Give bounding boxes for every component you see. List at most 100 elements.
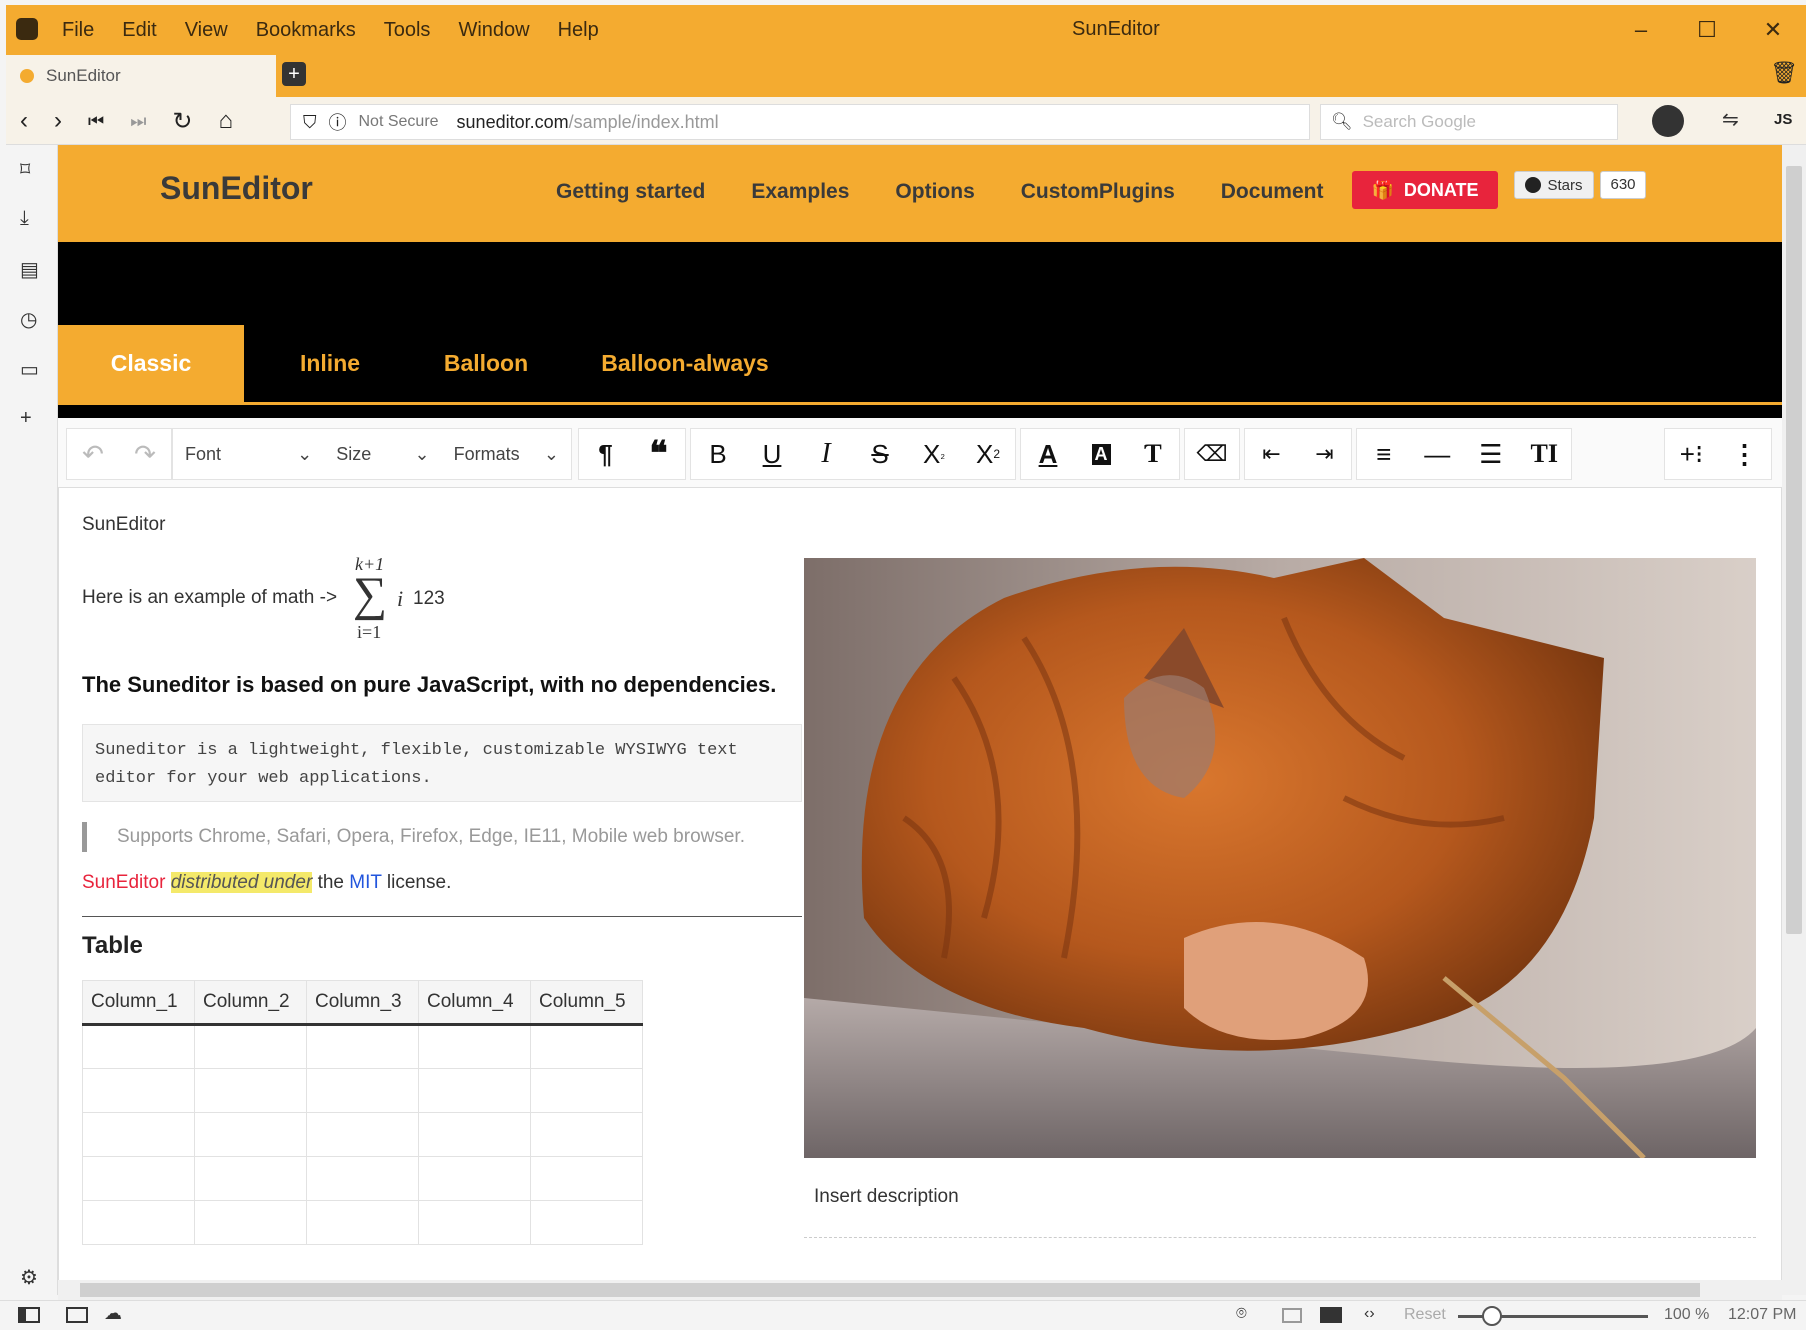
history-icon[interactable]: ◷ (20, 307, 37, 332)
js-toggle[interactable]: JS (1774, 111, 1792, 128)
table-header-cell[interactable]: Column_1 (82, 980, 195, 1026)
table-cell[interactable] (530, 1068, 643, 1113)
stars-count[interactable]: 630 (1600, 171, 1646, 199)
home-icon[interactable]: ⌂ (219, 107, 234, 135)
table-cell[interactable] (530, 1024, 643, 1069)
table-header-cell[interactable]: Column_4 (418, 980, 531, 1026)
redo-icon[interactable]: ↷ (119, 429, 171, 479)
table-cell[interactable] (194, 1156, 307, 1201)
window-panel-icon[interactable]: ▭ (20, 357, 39, 382)
menu-window[interactable]: Window (458, 19, 529, 42)
tab-balloon-always[interactable]: Balloon-always (556, 325, 814, 402)
nav-examples[interactable]: Examples (751, 180, 849, 204)
nav-custom-plugins[interactable]: CustomPlugins (1021, 180, 1175, 204)
table-cell[interactable] (194, 1024, 307, 1069)
table-cell[interactable] (418, 1024, 531, 1069)
table-heading[interactable]: Table (82, 932, 143, 960)
image-icon[interactable] (1320, 1307, 1342, 1323)
subscript-icon[interactable]: X₂ (907, 429, 961, 479)
new-tab-icon[interactable]: + (282, 62, 306, 86)
bookmarks-panel-icon[interactable]: ⌑ (20, 157, 30, 182)
maximize-icon[interactable]: ☐ (1674, 5, 1740, 55)
image-caption[interactable]: Insert description (804, 1158, 1756, 1238)
underline-icon[interactable]: U (745, 429, 799, 479)
font-color-icon[interactable]: A (1021, 429, 1075, 479)
horizontal-rule-icon[interactable]: — (1411, 429, 1465, 479)
bold-paragraph[interactable]: The Suneditor is based on pure JavaScrip… (82, 672, 776, 698)
table-cell[interactable] (194, 1200, 307, 1245)
vivaldi-icon[interactable] (16, 18, 38, 40)
panel-toggle-icon[interactable] (18, 1307, 40, 1323)
menu-tools[interactable]: Tools (384, 19, 431, 42)
table-header-cell[interactable]: Column_3 (306, 980, 419, 1026)
browser-tab[interactable]: SunEditor (6, 55, 276, 97)
table-cell[interactable] (306, 1200, 419, 1245)
table-cell[interactable] (306, 1024, 419, 1069)
eraser-icon[interactable]: ⌫ (1185, 429, 1239, 479)
list-icon[interactable]: ☰ (1464, 429, 1518, 479)
math-formula[interactable]: k+1 ∑ i=1 i 123 (345, 548, 445, 648)
table-cell[interactable] (530, 1200, 643, 1245)
blockquote-icon[interactable]: ❝ (632, 429, 685, 479)
code-block[interactable]: Suneditor is a lightweight, flexible, cu… (82, 724, 802, 802)
more-plus-icon[interactable]: +⁝ (1665, 429, 1718, 479)
strikethrough-icon[interactable]: S (853, 429, 907, 479)
github-stars-button[interactable]: Stars (1514, 171, 1594, 199)
table-cell[interactable] (306, 1112, 419, 1157)
search-input[interactable]: 🔍︎ Search Google (1320, 104, 1618, 140)
table-cell[interactable] (82, 1156, 195, 1201)
cloud-icon[interactable]: ☁ (104, 1303, 122, 1324)
bold-icon[interactable]: B (691, 429, 745, 479)
nav-document[interactable]: Document (1221, 180, 1324, 204)
menu-bookmarks[interactable]: Bookmarks (256, 19, 356, 42)
tab-balloon[interactable]: Balloon (416, 325, 556, 402)
highlight-color-icon[interactable]: A (1075, 429, 1127, 479)
table-cell[interactable] (82, 1024, 195, 1069)
settings-icon[interactable]: ⚙ (20, 1265, 38, 1290)
indent-icon[interactable]: ⇥ (1298, 429, 1351, 479)
url-input[interactable]: ⛉ ⓘ Not Secure suneditor.com/sample/inde… (290, 104, 1310, 140)
align-icon[interactable]: ≡ (1357, 429, 1411, 479)
superscript-icon[interactable]: X2 (961, 429, 1015, 479)
paragraph-icon[interactable]: ¶ (579, 429, 632, 479)
table-cell[interactable] (194, 1112, 307, 1157)
shield-icon[interactable]: ⛉ (303, 112, 317, 133)
mit-link[interactable]: MIT (349, 872, 381, 893)
formats-select[interactable]: Formats ⌄ (442, 429, 571, 479)
tile-icon[interactable] (66, 1307, 88, 1323)
menu-edit[interactable]: Edit (122, 19, 156, 42)
table-header-cell[interactable]: Column_5 (530, 980, 643, 1026)
table-cell[interactable] (418, 1112, 531, 1157)
italic-icon[interactable]: I (799, 429, 853, 479)
cat-image[interactable] (804, 558, 1756, 1158)
nav-options[interactable]: Options (895, 180, 974, 204)
table-cell[interactable] (82, 1068, 195, 1113)
window-icon[interactable] (1282, 1308, 1302, 1323)
back-icon[interactable]: ‹ (20, 107, 28, 135)
line-height-icon[interactable]: TI (1518, 429, 1572, 479)
site-logo[interactable]: SunEditor (160, 170, 313, 207)
forward-icon[interactable]: › (54, 107, 62, 135)
trash-icon[interactable]: 🗑 (1770, 60, 1798, 86)
zoom-slider-thumb[interactable] (1482, 1306, 1502, 1326)
table-cell[interactable] (418, 1068, 531, 1113)
add-panel-icon[interactable]: + (20, 407, 32, 430)
table-cell[interactable] (530, 1156, 643, 1201)
data-table[interactable]: Column_1 Column_2 Column_3 Column_4 Colu… (82, 980, 643, 1245)
more-menu-icon[interactable]: ⋮ (1718, 429, 1771, 479)
font-select[interactable]: Font ⌄ (173, 429, 324, 479)
size-select[interactable]: Size ⌄ (324, 429, 441, 479)
notes-icon[interactable]: ▤ (20, 257, 39, 282)
content-label[interactable]: SunEditor (82, 514, 165, 536)
fast-forward-icon[interactable]: ⏭ (130, 111, 146, 132)
table-cell[interactable] (418, 1156, 531, 1201)
table-cell[interactable] (418, 1200, 531, 1245)
blockquote[interactable]: Supports Chrome, Safari, Opera, Firefox,… (82, 822, 745, 852)
horizontal-scroll-thumb[interactable] (80, 1283, 1700, 1297)
reset-zoom-button[interactable]: Reset (1404, 1306, 1446, 1324)
tab-classic[interactable]: Classic (58, 325, 244, 402)
downloads-icon[interactable]: ⤓ (20, 207, 29, 230)
reload-icon[interactable]: ↻ (172, 107, 192, 136)
table-header-cell[interactable]: Column_2 (194, 980, 307, 1026)
vertical-scroll-thumb[interactable] (1786, 166, 1802, 934)
